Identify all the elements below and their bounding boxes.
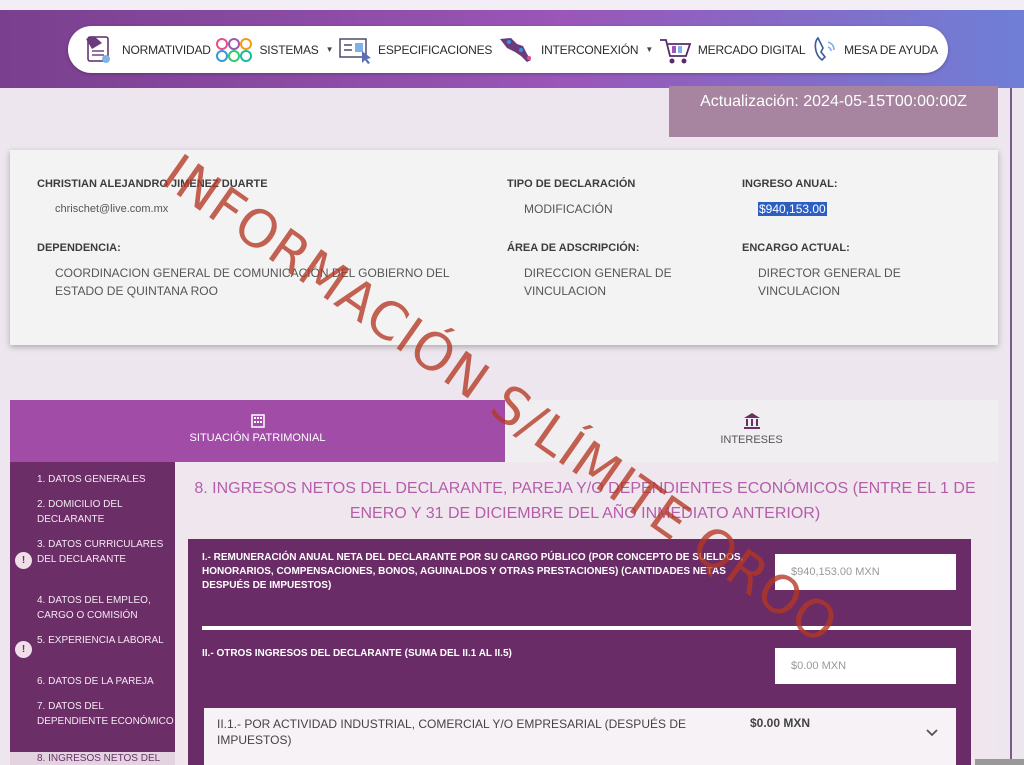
nav-especificaciones[interactable]: ESPECIFICACIONES [338, 35, 492, 65]
sidebar-item-label: 6. DATOS DE LA PAREJA [37, 676, 154, 687]
sidebar-item-label: 5. EXPERIENCIA LABORAL [37, 635, 164, 646]
sidebar-item-label: 4. DATOS DEL EMPLEO, CARGO O COMISIÓN [37, 595, 151, 621]
tab-label: INTERESES [720, 434, 783, 446]
sidebar-item-datos-empleo[interactable]: 4. DATOS DEL EMPLEO, CARGO O COMISIÓN [10, 593, 175, 623]
nav-mesa-de-ayuda[interactable]: MESA DE AYUDA [810, 34, 938, 66]
section-title: 8. INGRESOS NETOS DEL DECLARANTE, PAREJA… [194, 480, 976, 522]
actividad-industrial-label: II.1.- POR ACTIVIDAD INDUSTRIAL, COMERCI… [217, 717, 686, 747]
nav-sistemas[interactable]: SISTEMAS ▼ [215, 36, 333, 64]
alert-icon: ! [15, 641, 32, 658]
remuneracion-label: I.- REMUNERACIÓN ANUAL NETA DEL DECLARAN… [202, 552, 744, 591]
nav-label: MERCADO DIGITAL [697, 42, 806, 57]
alert-icon: ! [15, 552, 32, 569]
sidebar-item-ingresos-netos[interactable]: 8. INGRESOS NETOS DEL [10, 752, 175, 765]
divider [202, 626, 971, 630]
specifications-icon [339, 37, 372, 64]
law-document-icon [86, 35, 110, 63]
sidebar-item-datos-pareja[interactable]: 6. DATOS DE LA PAREJA [10, 674, 175, 689]
top-bar: NORMATIVIDAD SISTEMAS ▼ ESPECIFICACIONES… [0, 0, 1024, 88]
systems-circles-icon [216, 37, 253, 62]
update-timestamp: Actualización: 2024-05-15T00:00:00Z [669, 86, 998, 137]
tipo-declaracion-label: TIPO DE DECLARACIÓN [507, 178, 636, 190]
nav-label: ESPECIFICACIONES [378, 42, 493, 57]
chevron-down-icon: ▼ [325, 45, 334, 54]
sidebar-item-label: 7. DATOS DEL DEPENDIENTE ECONÓMICO [37, 701, 174, 727]
area-adscripcion-label: ÁREA DE ADSCRIPCIÓN: [507, 242, 640, 254]
encargo-actual-label: ENCARGO ACTUAL: [742, 242, 850, 254]
declarant-info-card: CHRISTIAN ALEJANDRO JIMENEZ DUARTE chris… [10, 150, 998, 345]
sidebar-item-datos-curriculares[interactable]: 3. DATOS CURRICULARES DEL DECLARANTE [10, 537, 175, 567]
interconnection-map-icon [499, 37, 531, 62]
sidebar-item-datos-generales[interactable]: 1. DATOS GENERALES [10, 472, 175, 487]
nav-label: SISTEMAS [259, 42, 319, 57]
sidebar-item-domicilio[interactable]: 2. DOMICILIO DEL DECLARANTE [10, 497, 175, 527]
declarant-email: chrischet@live.com.mx [55, 203, 169, 215]
right-border [1010, 88, 1012, 765]
nav-mercado-digital[interactable]: MERCADO DIGITAL [658, 34, 806, 66]
dependencia-value: COORDINACION GENERAL DE COMUNICACIÓN DEL… [55, 266, 450, 298]
scrollbar[interactable] [975, 759, 1024, 765]
declarant-name: CHRISTIAN ALEJANDRO JIMENEZ DUARTE [37, 178, 268, 190]
nav-label: INTERCONEXIÓN [540, 42, 639, 57]
main-nav: NORMATIVIDAD SISTEMAS ▼ ESPECIFICACIONES… [68, 26, 948, 73]
area-adscripcion-value: DIRECCION GENERAL DE VINCULACION [524, 266, 672, 298]
nav-interconexion[interactable]: INTERCONEXIÓN ▼ [497, 34, 653, 66]
nav-label: MESA DE AYUDA [844, 42, 938, 57]
building-icon [250, 414, 265, 428]
otros-ingresos-label: II.- OTROS INGRESOS DEL DECLARANTE (SUMA… [202, 648, 512, 659]
institution-icon [743, 413, 760, 429]
nav-label: NORMATIVIDAD [122, 42, 211, 57]
tab-situacion-patrimonial[interactable]: SITUACIÓN PATRIMONIAL [10, 400, 505, 462]
nav-normatividad[interactable]: NORMATIVIDAD [80, 33, 211, 67]
remuneracion-input[interactable]: $940,153.00 MXN [775, 554, 956, 590]
help-phone-icon [814, 36, 835, 61]
ingreso-anual-label: INGRESO ANUAL: [742, 178, 838, 190]
sidebar-item-experiencia-laboral[interactable]: 5. EXPERIENCIA LABORAL [10, 633, 175, 648]
sidebar-item-dependiente-economico[interactable]: 7. DATOS DEL DEPENDIENTE ECONÓMICO [10, 699, 175, 729]
sidebar-item-label: 3. DATOS CURRICULARES DEL DECLARANTE [37, 539, 164, 565]
chevron-down-icon: ▼ [645, 45, 654, 54]
otros-ingresos-input[interactable]: $0.00 MXN [775, 648, 956, 684]
actividad-industrial-amount: $0.00 MXN [750, 716, 811, 730]
tipo-declaracion-value: MODIFICACIÓN [524, 202, 613, 216]
shopping-cart-icon [659, 38, 692, 63]
section-sidebar: 1. DATOS GENERALES 2. DOMICILIO DEL DECL… [10, 462, 175, 765]
sidebar-item-label: 2. DOMICILIO DEL DECLARANTE [37, 499, 123, 525]
tab-intereses[interactable]: INTERESES [505, 400, 998, 462]
tab-label: SITUACIÓN PATRIMONIAL [189, 432, 326, 444]
ingreso-anual-value[interactable]: $940,153.00 [758, 202, 827, 216]
sidebar-item-label: 1. DATOS GENERALES [37, 474, 146, 485]
dependencia-label: DEPENDENCIA: [37, 242, 121, 254]
encargo-actual-value: DIRECTOR GENERAL DE VINCULACION [758, 266, 901, 298]
chevron-down-icon[interactable] [925, 728, 939, 738]
